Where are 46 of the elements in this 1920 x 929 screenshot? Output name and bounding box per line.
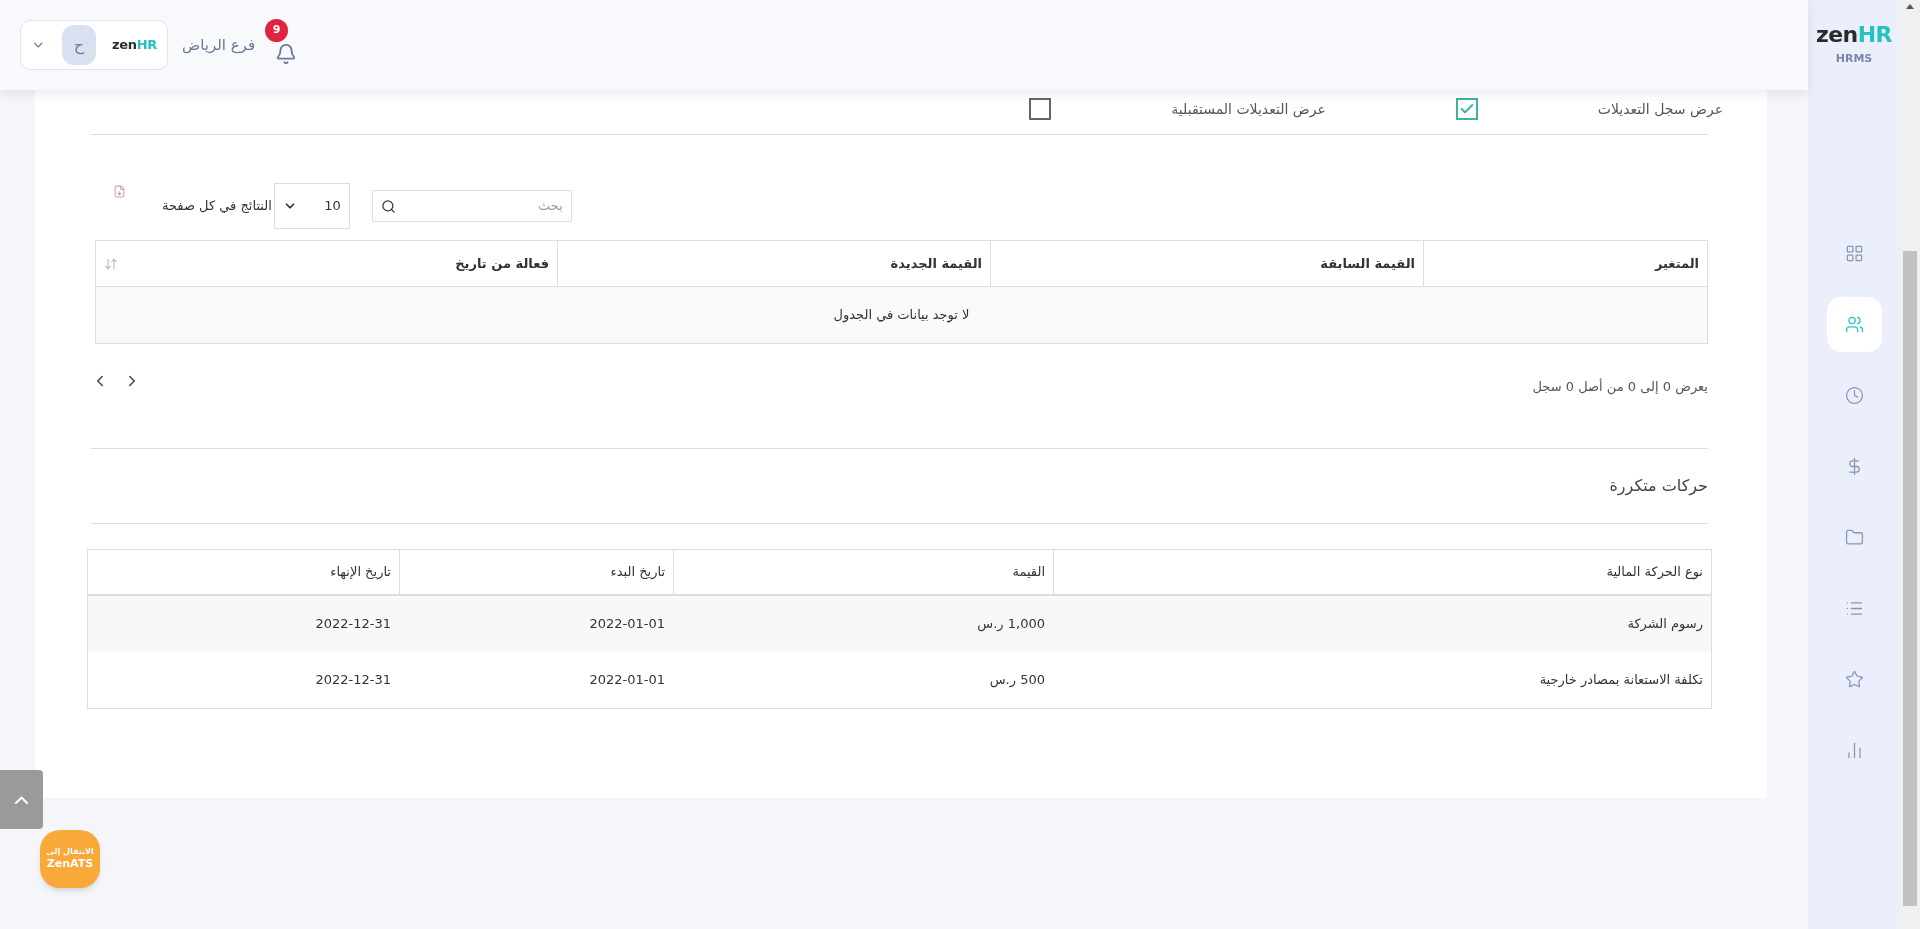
table-cell-text: 500 ر.س [988,671,1046,690]
product-name: HRMS [1835,51,1873,67]
clock-icon [1844,385,1864,405]
logo: zenHR [112,36,157,55]
checkbox[interactable] [1455,98,1478,120]
folder-icon [1844,527,1864,547]
grid-icon [1844,243,1864,263]
star-icon [1844,669,1864,689]
avatar: ح [61,25,97,65]
table-cell-text: 2022-12-31 [314,671,392,690]
column-header[interactable]: القيمة الجديدة [557,241,990,286]
column-header[interactable]: القيمة السابقة [990,241,1423,286]
scroll-top-button[interactable] [0,770,43,829]
table-cell-text: 2022-12-31 [314,615,392,634]
section-title: حركات متكررة [1608,475,1708,498]
table-cell-text: 2022-01-01 [588,671,666,690]
table-cell-text: تكلفة الاستعانة بمصادر خارجية [1538,671,1704,690]
table-info: يعرض 0 إلى 0 من أصل 0 سجل [1532,377,1708,397]
table-cell-text: رسوم الشركة [1626,615,1704,634]
column-header: القيمة [673,550,1053,594]
export-icon[interactable] [113,185,126,198]
checkbox-label: عرض التعديلات المستقبلية [1171,99,1326,120]
search-input[interactable]: بحث [401,196,563,216]
table-cell-text: 1,000 ر.س [976,615,1046,634]
people-icon [1844,314,1864,334]
checkbox-label: عرض سجل التعديلات [1597,99,1723,120]
column-header[interactable]: المتغير [1423,241,1707,286]
search-field[interactable]: بحث [371,190,572,222]
page-size-select[interactable]: 10 [273,183,350,229]
notification-badge: 9 [265,19,289,42]
logo: zenHR [1816,22,1892,47]
table-cell-text: 2022-01-01 [588,615,666,634]
search-icon [380,198,396,214]
column-header: تاريخ الإنهاء [329,563,392,582]
scrollbar[interactable] [1900,0,1920,929]
branch-name[interactable]: فرع الرياض [182,33,256,57]
checkbox[interactable] [1029,98,1052,120]
nav-item[interactable] [1826,296,1882,352]
chevron-up-icon [15,795,28,804]
bell-icon[interactable] [275,43,298,65]
column-header: نوع الحركة المالية [1053,550,1711,594]
empty-message: لا توجد بيانات في الجدول [96,287,1707,343]
page-size-label: النتائج في كل صفحة [162,197,272,216]
column-header[interactable]: فعالة من تاريخ [96,241,557,286]
column-header: تاريخ البدء [399,550,673,594]
sort-icon [104,256,118,271]
